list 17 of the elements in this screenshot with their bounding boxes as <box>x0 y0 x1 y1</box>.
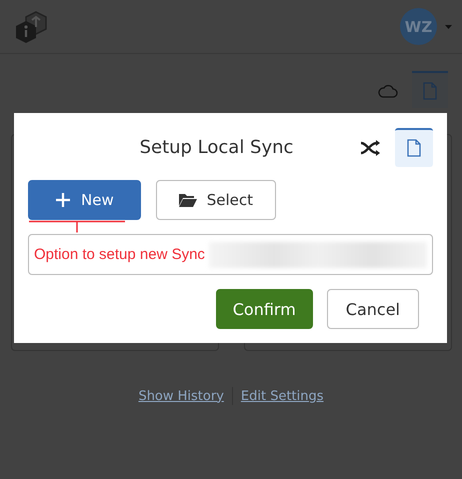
new-button[interactable]: New <box>28 180 141 220</box>
cancel-button[interactable]: Cancel <box>326 289 419 329</box>
file-icon <box>423 82 437 100</box>
shuffle-icon <box>360 140 380 156</box>
link[interactable]: Edit Settings <box>232 388 332 404</box>
view-tab[interactable] <box>412 71 448 108</box>
file-icon <box>407 139 421 157</box>
dialog-title: Setup Local Sync <box>138 136 294 158</box>
input-field[interactable]: Option to setup new Sync <box>28 234 433 275</box>
caret-icon[interactable] <box>445 24 452 28</box>
link[interactable]: Show History <box>130 388 232 404</box>
annotation-text: Option to setup new Sync <box>34 246 205 263</box>
confirm-button[interactable]: Confirm <box>216 289 313 329</box>
select-button[interactable]: Select <box>156 180 276 220</box>
plus-icon <box>55 192 71 208</box>
folder-icon <box>178 193 197 207</box>
cloud-icon <box>378 84 398 98</box>
